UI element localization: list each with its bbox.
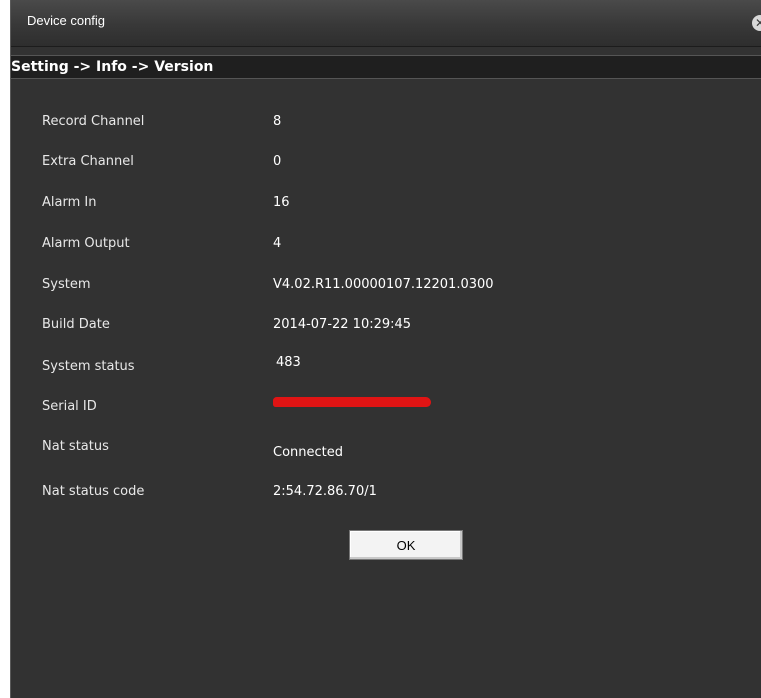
info-row-alarm-in: Alarm In 16 bbox=[11, 195, 761, 219]
alarm-in-label: Alarm In bbox=[42, 195, 97, 210]
nat-status-code-label: Nat status code bbox=[42, 484, 145, 499]
info-row-extra-channel: Extra Channel 0 bbox=[11, 154, 761, 178]
system-status-label: System status bbox=[42, 359, 135, 374]
title-bar[interactable]: Device config ✕ bbox=[11, 0, 761, 47]
record-channel-value: 8 bbox=[273, 114, 282, 129]
info-row-system-status: System status 483 bbox=[11, 355, 761, 383]
info-row-build-date: Build Date 2014-07-22 10:29:45 bbox=[11, 317, 761, 341]
info-row-alarm-output: Alarm Output 4 bbox=[11, 236, 761, 260]
system-label: System bbox=[42, 277, 91, 292]
nat-status-label: Nat status bbox=[42, 439, 109, 454]
system-status-value: 483 bbox=[276, 355, 301, 370]
extra-channel-value: 0 bbox=[273, 154, 282, 169]
build-date-value: 2014-07-22 10:29:45 bbox=[273, 317, 412, 332]
info-row-nat-status: Nat status Connected bbox=[11, 439, 761, 463]
serial-id-label: Serial ID bbox=[42, 399, 97, 414]
alarm-output-value: 4 bbox=[273, 236, 282, 251]
record-channel-label: Record Channel bbox=[42, 114, 145, 129]
window-title: Device config bbox=[27, 13, 106, 28]
extra-channel-label: Extra Channel bbox=[42, 154, 134, 169]
serial-id-redaction bbox=[273, 397, 431, 407]
system-value: V4.02.R11.00000107.12201.0300 bbox=[273, 277, 494, 292]
device-config-dialog: Device config ✕ Setting -> Info -> Versi… bbox=[10, 0, 761, 698]
close-icon[interactable]: ✕ bbox=[752, 15, 761, 31]
version-info-panel: Record Channel 8 Extra Channel 0 Alarm I… bbox=[11, 78, 761, 698]
info-row-record-channel: Record Channel 8 bbox=[11, 114, 761, 138]
nat-status-code-value: 2:54.72.86.70/1 bbox=[273, 484, 377, 499]
nat-status-value: Connected bbox=[273, 445, 344, 460]
breadcrumb: Setting -> Info -> Version bbox=[11, 59, 214, 75]
alarm-output-label: Alarm Output bbox=[42, 236, 130, 251]
info-row-serial-id: Serial ID bbox=[11, 397, 761, 423]
breadcrumb-bar: Setting -> Info -> Version bbox=[11, 55, 761, 79]
build-date-label: Build Date bbox=[42, 317, 110, 332]
alarm-in-value: 16 bbox=[273, 195, 290, 210]
info-row-system: System V4.02.R11.00000107.12201.0300 bbox=[11, 277, 761, 301]
ok-button[interactable]: OK bbox=[349, 530, 463, 560]
info-row-nat-status-code: Nat status code 2:54.72.86.70/1 bbox=[11, 484, 761, 508]
